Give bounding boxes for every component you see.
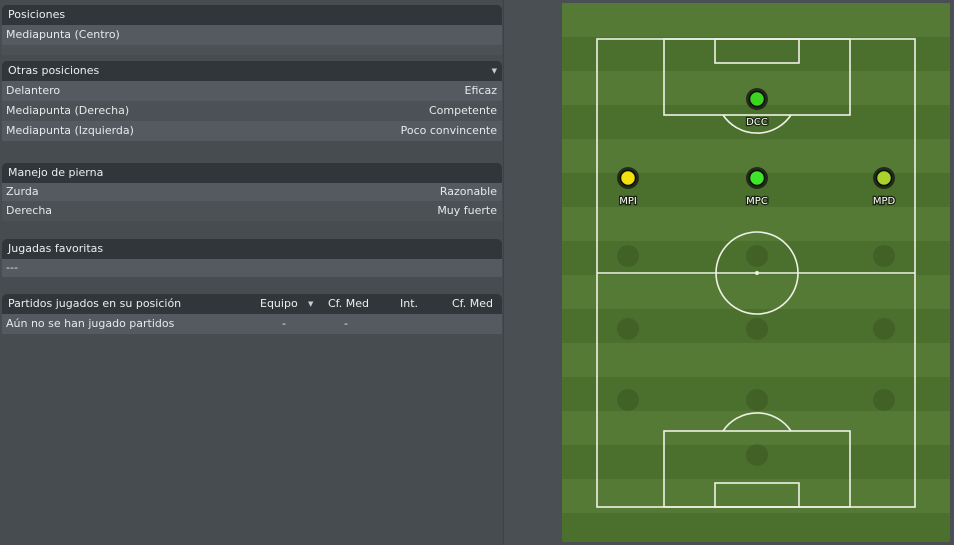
other-position-value: Competente [428, 104, 497, 117]
player-dot [748, 169, 766, 187]
pitch-stripe [562, 343, 950, 377]
player-dot [748, 90, 766, 108]
pitch-stripe [562, 37, 950, 71]
pitch-stripe [562, 411, 950, 445]
other-position-label: Mediapunta (Derecha) [6, 104, 130, 117]
other-position-row[interactable]: Mediapunta (Izquierda) Poco convincente [2, 121, 502, 141]
positions-section: Posiciones Mediapunta (Centro) [2, 5, 502, 55]
foot-label: Derecha [6, 204, 53, 217]
matches-team-value: - [282, 317, 286, 330]
other-positions-header[interactable]: Otras posiciones ▼ [2, 61, 502, 81]
other-positions-section: Otras posiciones ▼ Delantero Eficaz Medi… [2, 61, 502, 141]
empty-position-slot [617, 318, 639, 340]
column-team[interactable]: Equipo [260, 294, 298, 314]
matches-rating-value: - [344, 317, 348, 330]
player-position-label: DCC [746, 117, 768, 128]
other-positions-title: Otras posiciones [8, 64, 100, 77]
favorite-plays-title: Jugadas favoritas [8, 242, 104, 255]
foot-value: Razonable [439, 185, 497, 198]
matches-row: Aún no se han jugado partidos - - [2, 314, 502, 334]
player-position-label: MPD [873, 196, 896, 207]
pitch-stripe [562, 3, 950, 37]
empty-position-slot [617, 245, 639, 267]
football-pitch: DCC MPI MPC MPD [562, 3, 950, 542]
player-dot [875, 169, 893, 187]
pitch-stripe [562, 275, 950, 309]
matches-section: Partidos jugados en su posición Equipo ▼… [2, 294, 502, 334]
other-position-row[interactable]: Delantero Eficaz [2, 81, 502, 101]
player-position-label: MPC [746, 196, 768, 207]
favorite-plays-value: --- [6, 261, 18, 274]
matches-title: Partidos jugados en su posición [8, 297, 182, 310]
other-position-value: Poco convincente [400, 124, 497, 137]
foot-label: Zurda [6, 185, 39, 198]
favorite-plays-header: Jugadas favoritas [2, 239, 502, 259]
player-dot [619, 169, 637, 187]
column-rating[interactable]: Cf. Med [328, 294, 369, 314]
other-position-value: Eficaz [464, 84, 497, 97]
other-position-label: Delantero [6, 84, 61, 97]
empty-position-slot [746, 389, 768, 411]
foot-value: Muy fuerte [437, 204, 497, 217]
position-label: Mediapunta (Centro) [6, 28, 120, 41]
pitch-stripe [562, 207, 950, 241]
foot-row[interactable]: Zurda Razonable [2, 183, 502, 201]
pitch-pane: DCC MPI MPC MPD [503, 0, 954, 545]
player-position-label: MPI [619, 196, 637, 207]
sort-caret-icon[interactable]: ▼ [308, 294, 313, 314]
foot-title: Manejo de pierna [8, 166, 104, 179]
column-rating[interactable]: Cf. Med [452, 294, 493, 314]
positions-title: Posiciones [8, 8, 66, 21]
empty-position-slot [746, 318, 768, 340]
favorite-plays-row: --- [2, 259, 502, 277]
other-position-row[interactable]: Mediapunta (Derecha) Competente [2, 101, 502, 121]
matches-empty-label: Aún no se han jugado partidos [6, 317, 175, 330]
positions-header: Posiciones [2, 5, 502, 25]
favorite-plays-section: Jugadas favoritas --- [2, 239, 502, 277]
pitch-stripe [562, 513, 950, 542]
column-int[interactable]: Int. [400, 294, 418, 314]
position-row[interactable]: Mediapunta (Centro) [2, 25, 502, 45]
spacer [2, 45, 502, 55]
empty-position-slot [873, 389, 895, 411]
foot-header: Manejo de pierna [2, 163, 502, 183]
empty-position-slot [873, 318, 895, 340]
empty-position-slot [617, 389, 639, 411]
foot-section: Manejo de pierna Zurda Razonable Derecha… [2, 163, 502, 221]
dropdown-caret-icon[interactable]: ▼ [492, 61, 497, 81]
empty-position-slot [746, 245, 768, 267]
empty-position-slot [746, 444, 768, 466]
other-position-label: Mediapunta (Izquierda) [6, 124, 134, 137]
center-spot [755, 271, 759, 275]
matches-header: Partidos jugados en su posición Equipo ▼… [2, 294, 502, 314]
pitch-stripe [562, 479, 950, 513]
empty-position-slot [873, 245, 895, 267]
foot-row[interactable]: Derecha Muy fuerte [2, 201, 502, 221]
